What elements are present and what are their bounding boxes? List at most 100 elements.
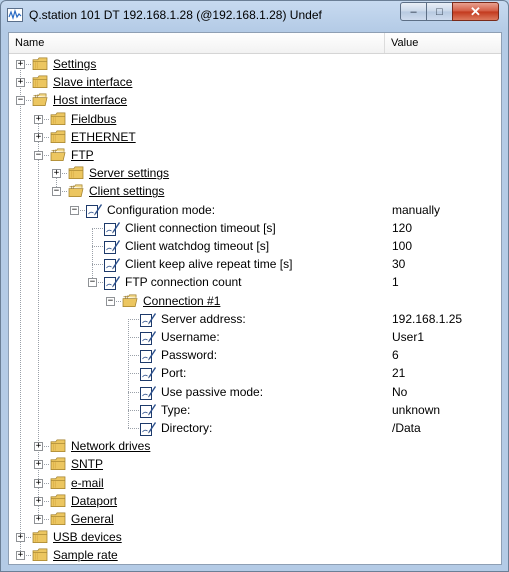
tree-folder-row[interactable]: + e-mail (9, 474, 501, 492)
tree-folder-row[interactable]: + SNTP (9, 455, 501, 473)
tree-item-label[interactable]: Connection #1 (143, 294, 220, 308)
edit-parameter-icon (140, 312, 156, 327)
tree-parameter-row[interactable]: − FTP connection count 1 (9, 273, 501, 291)
tree-item-value[interactable]: 21 (392, 366, 405, 380)
tree-folder-row[interactable]: + Fieldbus (9, 110, 501, 128)
close-button[interactable]: ✕ (452, 2, 499, 21)
collapse-toggle[interactable]: − (88, 278, 97, 288)
tree-item-label[interactable]: Client settings (89, 184, 164, 198)
tree-item-label[interactable]: Settings (53, 57, 96, 71)
tree-parameter-row[interactable]: Client keep alive repeat time [s] 30 (9, 255, 501, 273)
tree-parameter-row[interactable]: Client connection timeout [s] 120 (9, 219, 501, 237)
tree-folder-row[interactable]: + Server settings (9, 164, 501, 182)
tree-folder-row[interactable]: − Host interface (9, 91, 501, 109)
tree-item-value[interactable]: unknown (392, 403, 440, 417)
expand-toggle[interactable]: + (34, 515, 43, 524)
tree-item-label[interactable]: Server address: (161, 312, 246, 326)
expand-toggle[interactable]: + (34, 496, 43, 506)
tree-item-label[interactable]: Type: (161, 403, 190, 417)
tree-parameter-row[interactable]: Server address: 192.168.1.25 (9, 310, 501, 328)
tree-item-value[interactable]: 120 (392, 221, 412, 235)
expand-toggle[interactable]: + (16, 60, 25, 69)
expand-toggle[interactable]: + (34, 460, 43, 470)
tree-folder-row[interactable]: + Network drives (9, 437, 501, 455)
tree-item-value[interactable]: manually (392, 203, 440, 217)
tree-item-value[interactable]: User1 (392, 330, 424, 344)
tree-parameter-row[interactable]: − Configuration mode: manually (9, 201, 501, 219)
minimize-button[interactable]: – (400, 2, 427, 21)
tree-parameter-row[interactable]: Password: 6 (9, 346, 501, 364)
tree-item-label[interactable]: FTP (71, 148, 94, 162)
title-bar[interactable]: Q.station 101 DT 192.168.1.28 (@192.168.… (1, 1, 508, 31)
tree-item-label[interactable]: Slave interface (53, 75, 132, 89)
expand-toggle[interactable]: + (52, 169, 61, 179)
tree-item-label[interactable]: Server settings (89, 166, 169, 180)
tree-item-label[interactable]: Directory: (161, 421, 212, 435)
tree-item-label[interactable]: Host interface (53, 93, 127, 107)
app-window: Q.station 101 DT 192.168.1.28 (@192.168.… (0, 0, 509, 572)
tree-item-label[interactable]: Sample rate (53, 548, 118, 562)
edit-parameter-icon (140, 349, 156, 364)
tree-parameter-row[interactable]: Use passive mode: No (9, 383, 501, 401)
column-divider[interactable] (384, 33, 385, 53)
tree-item-label[interactable]: Configuration mode: (107, 203, 215, 217)
tree-folder-row[interactable]: + Sample rate (9, 546, 501, 564)
expand-toggle[interactable]: + (34, 478, 43, 488)
tree-item-label[interactable]: Username: (161, 330, 220, 344)
column-header-name[interactable]: Name (15, 37, 44, 49)
tree-item-label[interactable]: Use passive mode: (161, 385, 263, 399)
collapse-toggle[interactable]: − (52, 187, 61, 197)
folder-icon (50, 112, 66, 125)
tree-item-value[interactable]: 1 (392, 275, 399, 289)
folder-icon (50, 476, 66, 489)
collapse-toggle[interactable]: − (70, 205, 79, 215)
tree-folder-row[interactable]: + Dataport (9, 492, 501, 510)
tree-item-label[interactable]: ETHERNET (71, 130, 136, 144)
tree-folder-row[interactable]: + ETHERNET (9, 128, 501, 146)
tree-item-value[interactable]: 30 (392, 257, 405, 271)
tree-folder-row[interactable]: + USB devices (9, 528, 501, 546)
tree-item-value[interactable]: /Data (392, 421, 421, 435)
expand-toggle[interactable]: + (34, 114, 43, 124)
tree-parameter-row[interactable]: Username: User1 (9, 328, 501, 346)
expand-toggle[interactable]: + (16, 551, 25, 561)
tree-parameter-row[interactable]: Client watchdog timeout [s] 100 (9, 237, 501, 255)
expand-toggle[interactable]: + (16, 533, 25, 543)
expand-toggle[interactable]: + (34, 442, 43, 452)
edit-parameter-icon (104, 276, 120, 291)
tree-item-label[interactable]: Port: (161, 366, 186, 380)
tree-item-label[interactable]: e-mail (71, 476, 104, 490)
tree-item-label[interactable]: General (71, 512, 114, 526)
collapse-toggle[interactable]: − (106, 296, 115, 306)
tree-item-label[interactable]: FTP connection count (125, 275, 242, 289)
tree-item-label[interactable]: Fieldbus (71, 112, 116, 126)
tree-parameter-row[interactable]: Directory: /Data (9, 419, 501, 437)
column-header-value[interactable]: Value (391, 37, 418, 49)
tree-item-value[interactable]: 192.168.1.25 (392, 312, 462, 326)
tree-item-label[interactable]: USB devices (53, 530, 122, 544)
tree-parameter-row[interactable]: Port: 21 (9, 364, 501, 382)
tree-item-label[interactable]: Password: (161, 348, 217, 362)
tree-item-label[interactable]: Network drives (71, 439, 150, 453)
tree-folder-row[interactable]: − Connection #1 (9, 292, 501, 310)
tree-folder-row[interactable]: − FTP (9, 146, 501, 164)
tree-folder-row[interactable]: + Settings (9, 55, 501, 73)
tree-item-value[interactable]: 100 (392, 239, 412, 253)
tree-item-value[interactable]: No (392, 385, 407, 399)
tree-item-value[interactable]: 6 (392, 348, 399, 362)
column-header: Name Value (9, 33, 501, 54)
tree-folder-row[interactable]: + General (9, 510, 501, 528)
tree-item-label[interactable]: Dataport (71, 494, 117, 508)
tree-folder-row[interactable]: − Client settings (9, 182, 501, 200)
tree-item-label[interactable]: Client connection timeout [s] (125, 221, 276, 235)
tree-item-label[interactable]: SNTP (71, 457, 103, 471)
tree-parameter-row[interactable]: Type: unknown (9, 401, 501, 419)
tree-item-label[interactable]: Client watchdog timeout [s] (125, 239, 269, 253)
collapse-toggle[interactable]: − (34, 151, 43, 160)
tree-folder-row[interactable]: + Slave interface (9, 73, 501, 91)
tree-item-label[interactable]: Client keep alive repeat time [s] (125, 257, 292, 271)
collapse-toggle[interactable]: − (16, 96, 25, 106)
expand-toggle[interactable]: + (16, 78, 25, 88)
expand-toggle[interactable]: + (34, 132, 43, 142)
maximize-button[interactable]: □ (426, 2, 453, 21)
